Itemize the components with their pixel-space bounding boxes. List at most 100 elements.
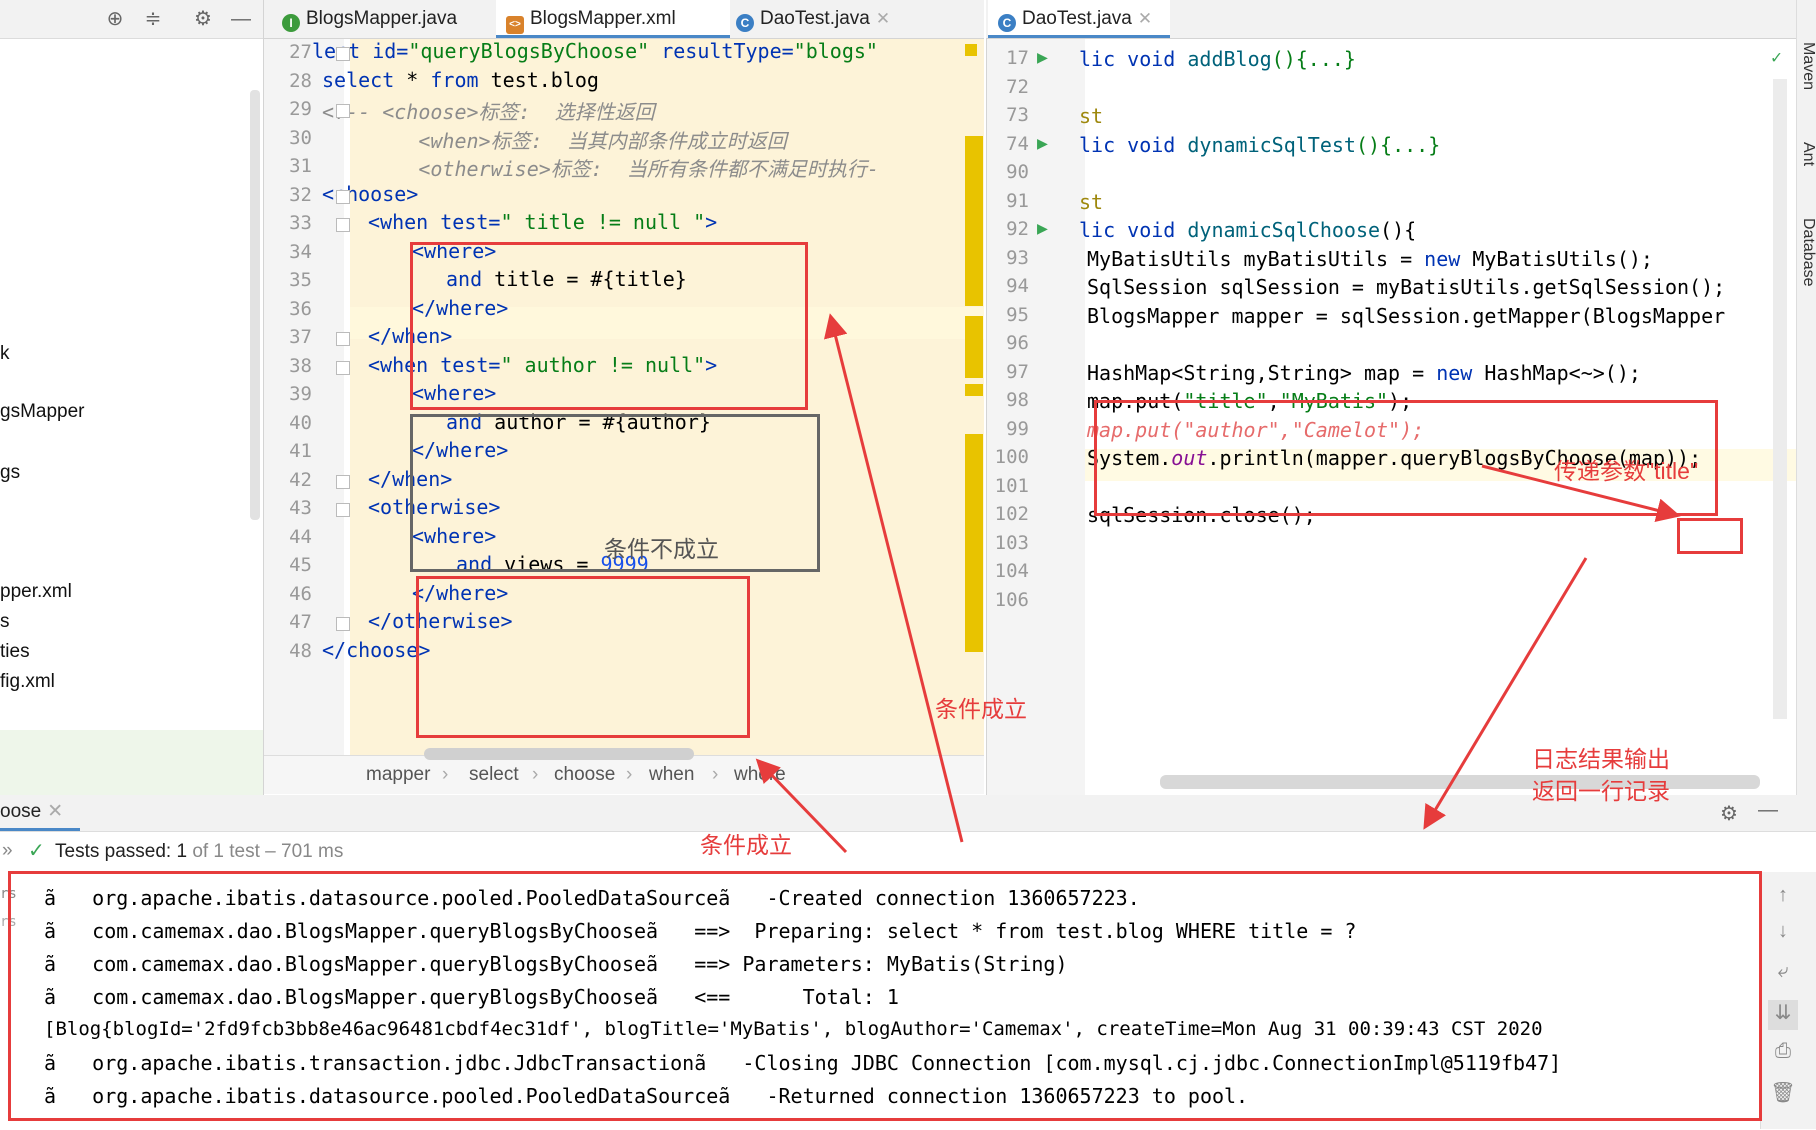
tab-daotest-java[interactable]: C DaoTest.java ✕ xyxy=(726,0,936,38)
fold-marker-icon[interactable] xyxy=(336,47,350,61)
print-icon[interactable]: ⎙ xyxy=(1768,1040,1798,1070)
code-token: dynamicSqlTest xyxy=(1187,132,1356,157)
soft-wrap-icon[interactable]: ⤶ xyxy=(1768,960,1798,990)
java-vscroll[interactable] xyxy=(1773,79,1787,719)
line-number: 103 xyxy=(994,531,1029,554)
line-number: 43 xyxy=(289,497,312,519)
code-token: test= xyxy=(440,210,501,234)
annotation-box-console xyxy=(8,871,1762,1121)
tab-daotest-java-right[interactable]: C DaoTest.java ✕ xyxy=(988,0,1170,38)
clear-icon[interactable]: 🗑 xyxy=(1768,1080,1798,1110)
project-panel-footer xyxy=(0,730,263,795)
java-hscroll[interactable] xyxy=(1160,775,1760,789)
line-number: 44 xyxy=(289,525,312,548)
database-tool[interactable]: Database xyxy=(1799,218,1816,287)
code-token: HashMap<String,String> map = xyxy=(1087,360,1437,385)
marker-bar xyxy=(965,316,983,378)
fold-marker-icon[interactable] xyxy=(336,617,350,631)
run-test-icon[interactable]: ▶ xyxy=(1037,47,1059,69)
code-line: <when>标签: 当其内部条件成立时返回 xyxy=(322,125,786,154)
close-icon[interactable]: ✕ xyxy=(47,801,63,822)
run-test-icon[interactable]: ▶ xyxy=(1037,218,1059,240)
class-icon: C xyxy=(736,14,754,32)
minimize-icon[interactable]: — xyxy=(1758,799,1778,822)
line-number: 91 xyxy=(1006,189,1029,212)
ant-tool[interactable]: Ant xyxy=(1799,142,1816,166)
crumb-select[interactable]: select xyxy=(469,764,519,786)
line-number: 42 xyxy=(289,468,312,491)
tree-item[interactable]: ties xyxy=(0,641,30,663)
line-number: 99 xyxy=(1006,417,1029,440)
code-token: * xyxy=(394,67,431,92)
tree-item[interactable]: k xyxy=(0,343,10,365)
line-number: 30 xyxy=(289,126,312,149)
fold-marker-icon[interactable] xyxy=(336,218,350,232)
tree-item[interactable]: pper.xml xyxy=(0,581,72,603)
code-token: resultType= xyxy=(649,39,794,63)
line-number: 34 xyxy=(289,240,312,263)
tab-blogsmapper-java[interactable]: I BlogsMapper.java xyxy=(272,0,502,38)
maven-tool[interactable]: Maven xyxy=(1799,42,1816,90)
fold-marker-icon[interactable] xyxy=(336,360,350,375)
scroll-to-end-icon[interactable]: ⇊ xyxy=(1768,1000,1798,1030)
line-number: 93 xyxy=(1006,246,1029,269)
code-token: " title != null " xyxy=(500,210,706,234)
line-number: 94 xyxy=(1006,275,1029,297)
status-prefix: Tests passed: xyxy=(55,841,172,862)
code-line: st xyxy=(1079,190,1103,214)
tree-item[interactable]: s xyxy=(0,611,10,633)
project-scrollbar[interactable] xyxy=(250,90,260,520)
tree-item[interactable]: gs xyxy=(0,462,20,484)
code-token: MyBatisUtils myBatisUtils = xyxy=(1087,246,1425,271)
line-number: 104 xyxy=(994,560,1029,582)
line-number: 37 xyxy=(289,326,312,348)
code-token: HashMap<~>(); xyxy=(1472,360,1641,385)
scroll-down-icon[interactable]: ↓ xyxy=(1768,920,1798,950)
annotation-box-otherwise xyxy=(416,576,750,738)
line-number: 96 xyxy=(1006,332,1029,354)
run-test-icon[interactable]: ▶ xyxy=(1037,133,1059,155)
line-number: 48 xyxy=(289,639,312,662)
status-suffix: of 1 test – 701 ms xyxy=(192,841,344,862)
code-line: lect id="queryBlogsByChoose" resultType=… xyxy=(312,39,878,63)
crumb-choose[interactable]: choose xyxy=(554,764,615,786)
code-token: "queryBlogsByChoose" xyxy=(408,39,650,63)
fold-marker-icon[interactable] xyxy=(336,189,350,204)
warning-marker[interactable] xyxy=(965,44,977,56)
fold-marker-icon[interactable] xyxy=(336,474,350,489)
xml-hscroll[interactable] xyxy=(424,748,694,760)
code-token: <when xyxy=(368,210,441,234)
code-token: st xyxy=(1079,104,1104,128)
crumb-mapper[interactable]: mapper xyxy=(366,764,430,786)
code-line: </choose> xyxy=(322,638,430,662)
code-token: test.blog xyxy=(478,67,599,92)
scroll-up-icon[interactable]: ↑ xyxy=(1768,884,1798,914)
class-icon: C xyxy=(998,14,1016,32)
tab-blogsmapper-xml[interactable]: <> BlogsMapper.xml xyxy=(496,0,730,38)
fold-marker-icon[interactable] xyxy=(336,104,350,118)
locate-icon[interactable]: ⊕ xyxy=(104,8,126,30)
code-token: (){ xyxy=(1380,218,1417,242)
fold-marker-icon[interactable] xyxy=(336,332,350,346)
line-number: 45 xyxy=(289,554,312,576)
gear-icon[interactable]: ⚙ xyxy=(1720,801,1738,826)
annotation-box-when-title xyxy=(410,242,808,410)
close-icon[interactable]: ✕ xyxy=(876,9,890,28)
crumb-where[interactable]: where xyxy=(734,764,786,786)
code-line: HashMap<String,String> map = new HashMap… xyxy=(1087,361,1641,385)
tree-item[interactable]: fig.xml xyxy=(0,671,55,693)
close-icon[interactable]: ✕ xyxy=(1138,9,1152,28)
minimize-icon[interactable]: — xyxy=(230,8,252,30)
collapse-icon[interactable]: ≑ xyxy=(142,8,164,30)
tree-item[interactable]: gsMapper xyxy=(0,401,85,423)
run-tab[interactable]: oose ✕ xyxy=(0,795,80,831)
crumb-when[interactable]: when xyxy=(649,764,694,786)
run-tab-label: oose xyxy=(0,801,42,822)
gear-icon[interactable]: ⚙ xyxy=(192,8,214,30)
fold-marker-icon[interactable] xyxy=(336,503,350,517)
line-number: 41 xyxy=(289,440,312,462)
project-panel: ⊕ ≑ ⚙ — k gsMapper gs pper.xml s ties fi… xyxy=(0,0,264,795)
code-token: new xyxy=(1436,360,1473,385)
line-number: 33 xyxy=(289,212,312,234)
expand-icon[interactable]: » xyxy=(2,840,13,862)
